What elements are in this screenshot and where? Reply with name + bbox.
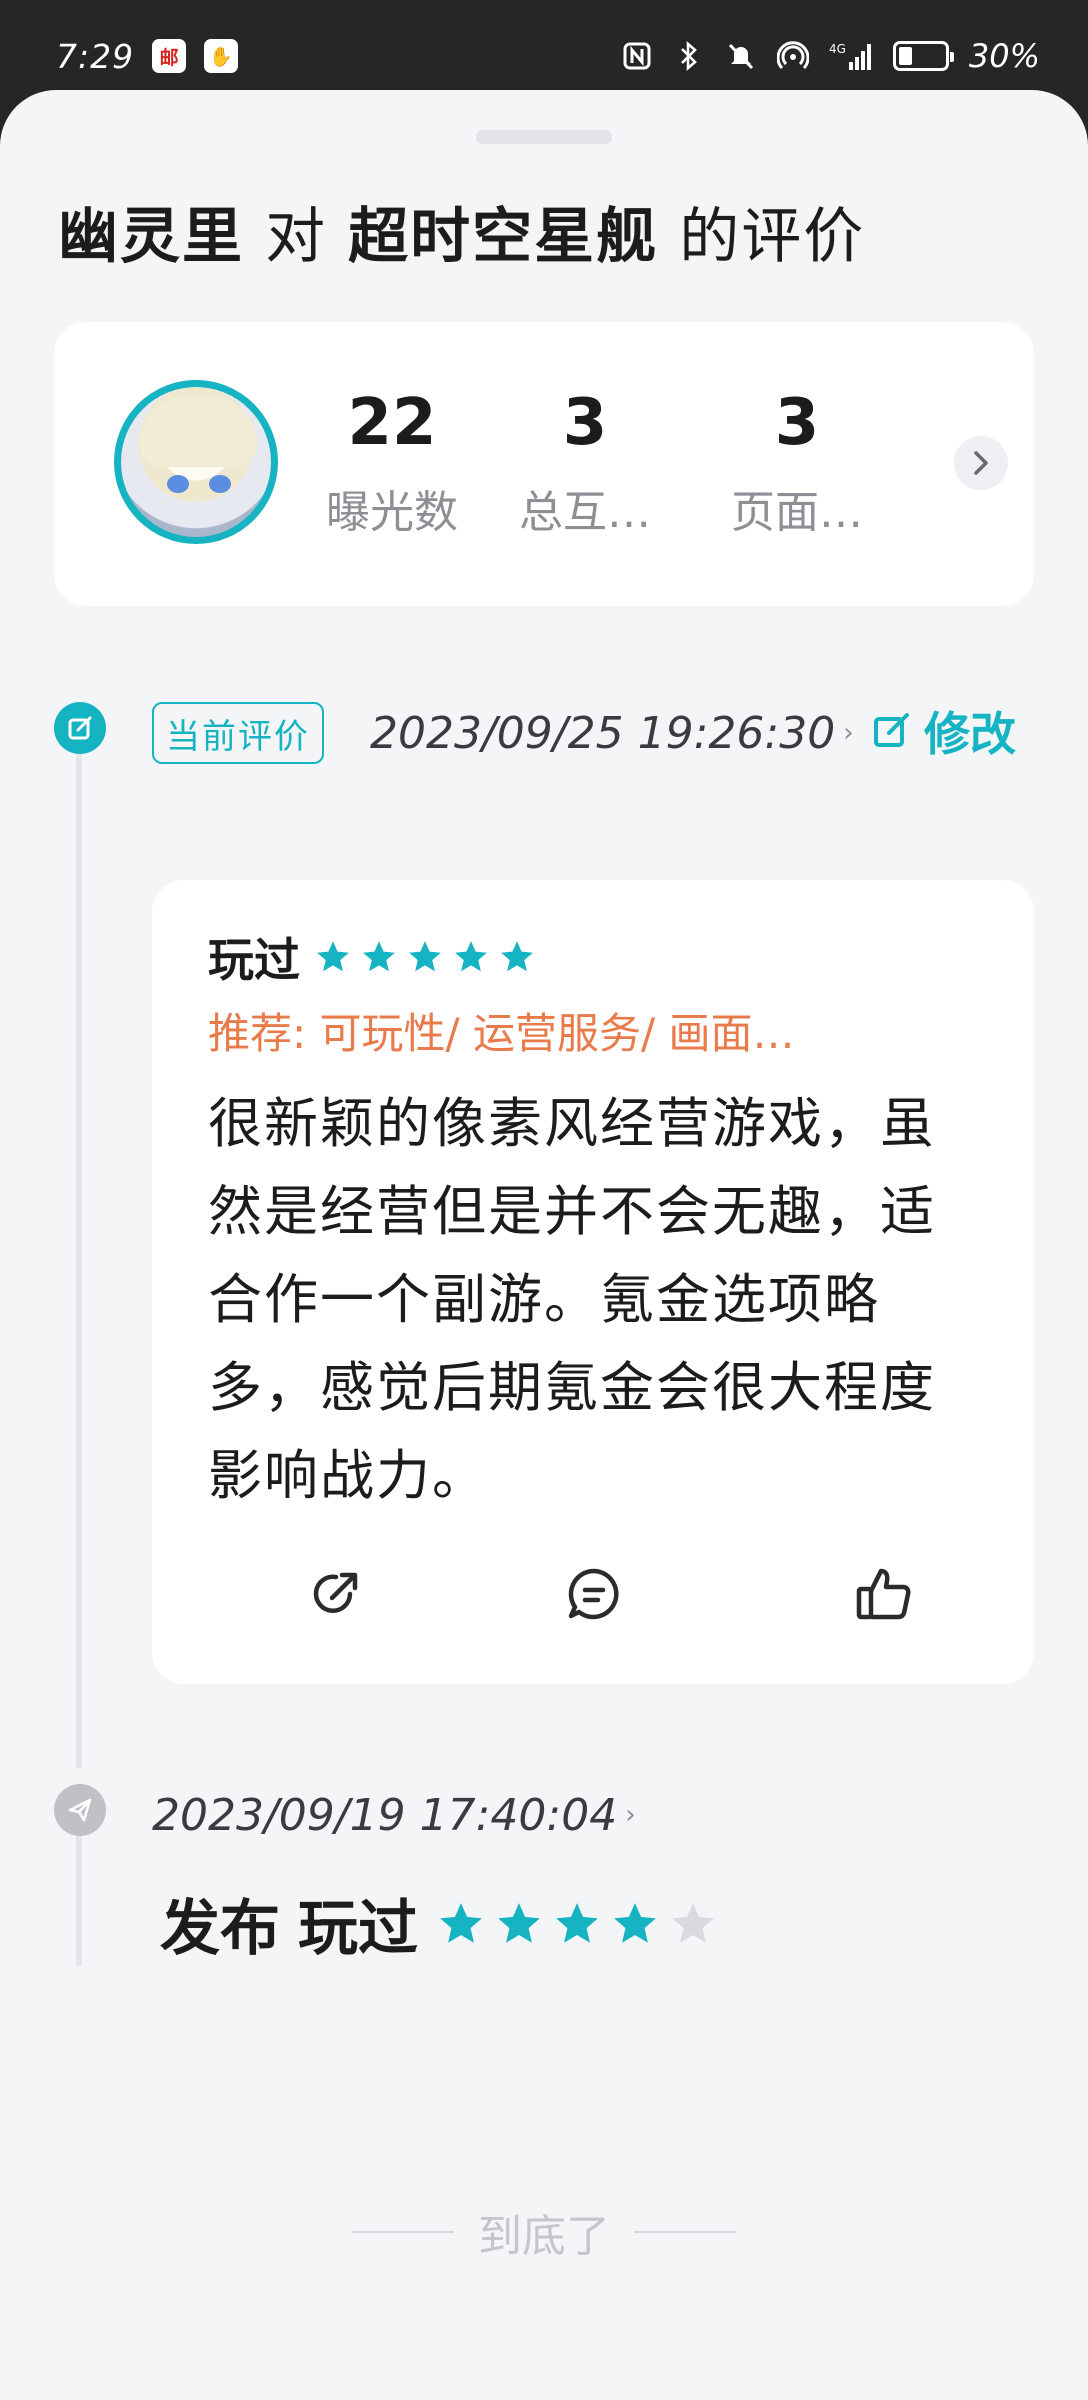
send-icon <box>54 1784 106 1836</box>
history-action: 发布 <box>160 1894 280 1964</box>
star-rating <box>436 1899 718 1949</box>
stat-value: 3 <box>562 386 608 460</box>
divider <box>352 2231 454 2233</box>
stat-label: 曝光数 <box>326 487 458 539</box>
review-content: 很新颖的像素风经营游戏，虽然是经营但是并不会无趣，适合作一个副游。氪金选项略多，… <box>208 1092 936 1507</box>
drag-handle[interactable] <box>476 130 612 144</box>
history-date[interactable]: 2023/09/19 17:40:04 › <box>152 1784 636 1846</box>
timeline-line <box>76 730 82 1768</box>
reviewer-name[interactable]: 幽灵里 <box>58 202 244 272</box>
star-icon <box>498 1902 540 1943</box>
review-date[interactable]: 2023/09/25 19:26:30 › <box>370 702 854 764</box>
bluetooth-icon <box>673 40 705 72</box>
star-icon <box>317 941 349 972</box>
svg-text:4G: 4G <box>829 42 846 56</box>
title-suffix: 的评价 <box>679 202 866 272</box>
review-sheet: 幽灵里 对 超时空星舰 的评价 22 曝光数 3 总互… 3 页面… 当前评价 … <box>0 90 1088 2400</box>
signal-icon: 4G <box>829 40 873 72</box>
end-text: 到底了 <box>478 2211 610 2262</box>
stat-label: 总互… <box>519 487 651 539</box>
end-of-list: 到底了 <box>0 2202 1088 2262</box>
comment-button[interactable] <box>560 1560 628 1628</box>
status-time: 7:29 <box>56 36 135 76</box>
play-status: 玩过 <box>208 933 300 987</box>
like-icon <box>856 1568 911 1620</box>
chevron-right-icon: › <box>625 1800 636 1830</box>
game-name[interactable]: 超时空星舰 <box>348 202 658 272</box>
edit-icon <box>874 713 909 747</box>
stat-value: 22 <box>347 386 437 460</box>
chevron-right-icon[interactable] <box>954 436 1008 490</box>
review-actions <box>152 1560 1034 1632</box>
nfc-icon <box>621 40 653 72</box>
star-icon <box>409 941 441 972</box>
edit-icon <box>54 702 106 754</box>
stats-card[interactable]: 22 曝光数 3 总互… 3 页面… <box>54 322 1034 606</box>
review-date-text: 2023/09/25 19:26:30 <box>370 707 836 759</box>
comment-icon <box>568 1568 619 1620</box>
hotspot-icon <box>776 40 809 72</box>
avatar[interactable] <box>114 380 278 544</box>
history-date-text: 2023/09/19 17:40:04 <box>152 1789 618 1841</box>
current-review-badge: 当前评价 <box>152 702 324 764</box>
edit-review-label: 修改 <box>924 707 1016 761</box>
review-card[interactable]: 玩过 推荐: 可玩性/ 运营服务/ 画面… 很新颖的像素风经营游戏，虽然是经营但… <box>152 880 1034 1684</box>
star-icon <box>501 941 533 972</box>
star-icon <box>614 1902 656 1943</box>
star-icon <box>556 1902 598 1943</box>
star-icon <box>363 941 395 972</box>
recommend-tags[interactable]: 推荐: 可玩性/ 运营服务/ 画面… <box>208 1000 795 1061</box>
review-rating-row: 玩过 <box>208 924 536 990</box>
share-icon <box>313 1572 358 1613</box>
title-connector: 对 <box>265 202 328 272</box>
stat-page-views: 3 页面… <box>717 388 877 540</box>
history-entry: 发布 玩过 <box>160 1880 718 1967</box>
battery-percent: 30% <box>968 37 1040 75</box>
stat-label: 页面… <box>731 487 863 539</box>
battery-fill <box>898 47 913 65</box>
share-button[interactable] <box>302 1560 370 1628</box>
chevron-right-icon: › <box>843 718 854 748</box>
stat-interactions: 3 总互… <box>505 388 665 540</box>
mute-bell-icon <box>725 40 757 72</box>
page-title: 幽灵里 对 超时空星舰 的评价 <box>58 198 1038 276</box>
star-icon <box>672 1902 714 1943</box>
star-icon <box>455 941 487 972</box>
mail-app-icon: 邮 <box>152 39 187 73</box>
edit-review-button[interactable]: 修改 <box>872 698 1016 764</box>
like-button[interactable] <box>850 1560 918 1628</box>
battery-icon <box>892 41 954 71</box>
divider <box>634 2231 736 2233</box>
star-rating <box>314 938 536 976</box>
history-status: 玩过 <box>298 1894 418 1964</box>
hand-app-icon: ✋ <box>204 39 239 73</box>
stat-exposure: 22 曝光数 <box>312 388 472 540</box>
star-icon <box>440 1902 482 1943</box>
stat-value: 3 <box>774 386 820 460</box>
